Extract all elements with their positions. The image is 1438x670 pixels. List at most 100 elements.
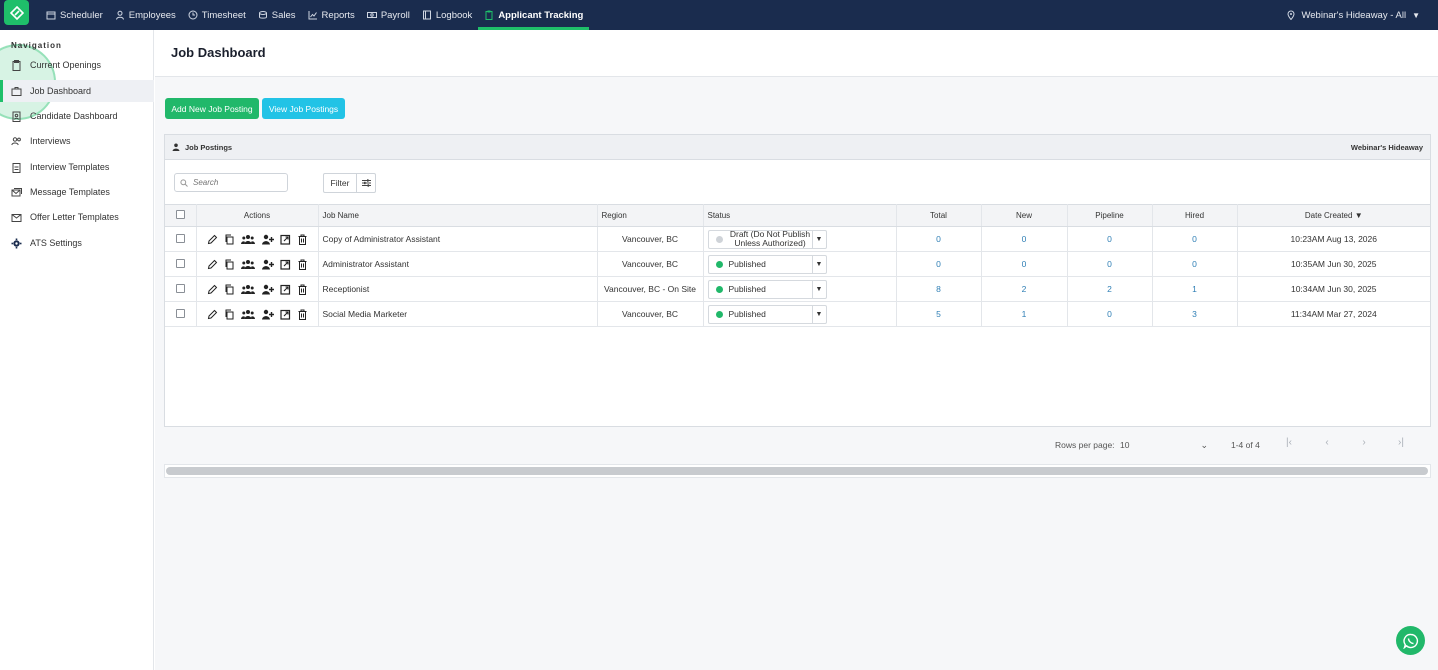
total-cell[interactable]: 0: [896, 251, 982, 277]
sidebar-item-interview-templates[interactable]: Interview Templates: [0, 156, 154, 178]
sidebar-item-candidate-dashboard[interactable]: Candidate Dashboard: [0, 105, 154, 127]
horizontal-scrollbar[interactable]: [166, 467, 1428, 475]
new-cell[interactable]: 0: [981, 226, 1068, 252]
edit-pencil-icon[interactable]: [207, 234, 218, 245]
view-job-postings-button[interactable]: View Job Postings: [262, 98, 345, 119]
first-page-icon[interactable]: |‹: [1283, 437, 1295, 449]
col-status[interactable]: Status: [703, 204, 897, 227]
status-select[interactable]: Draft (Do Not Publish Unless Authorized)…: [707, 229, 827, 249]
next-page-icon[interactable]: ›: [1358, 437, 1370, 449]
hired-cell[interactable]: 0: [1152, 251, 1238, 277]
col-region[interactable]: Region: [597, 204, 704, 227]
add-candidate-icon[interactable]: [261, 234, 274, 245]
total-cell[interactable]: 8: [896, 276, 982, 302]
total-cell[interactable]: 5: [896, 301, 982, 327]
nav-employees[interactable]: Employees: [109, 0, 182, 30]
external-link-icon[interactable]: [279, 309, 291, 320]
add-candidate-icon[interactable]: [261, 284, 274, 295]
trash-icon[interactable]: [297, 309, 308, 320]
trash-icon[interactable]: [297, 234, 308, 245]
copy-icon[interactable]: [224, 234, 235, 245]
hired-cell[interactable]: 3: [1152, 301, 1238, 327]
copy-icon[interactable]: [224, 309, 235, 320]
trash-icon[interactable]: [297, 284, 308, 295]
row-checkbox[interactable]: [175, 258, 185, 268]
sidebar-item-offer-letter-templates[interactable]: Offer Letter Templates: [0, 206, 154, 228]
select-all-checkbox[interactable]: [175, 210, 185, 219]
new-cell[interactable]: 2: [981, 276, 1068, 302]
copy-icon[interactable]: [224, 284, 235, 295]
search-input[interactable]: [193, 178, 283, 187]
last-page-icon[interactable]: ›|: [1395, 437, 1407, 449]
status-cell: Published ▼: [703, 301, 897, 327]
nav-logbook[interactable]: Logbook: [416, 0, 478, 30]
col-job-name[interactable]: Job Name: [318, 204, 598, 227]
row-checkbox[interactable]: [175, 283, 185, 293]
row-checkbox[interactable]: [175, 233, 185, 243]
col-pipeline[interactable]: Pipeline: [1067, 204, 1153, 227]
nav-payroll[interactable]: Payroll: [361, 0, 416, 30]
status-value: Published: [728, 308, 766, 319]
filter-button[interactable]: Filter: [324, 174, 357, 192]
candidates-icon[interactable]: [240, 234, 255, 245]
total-cell[interactable]: 0: [896, 226, 982, 252]
pipeline-cell[interactable]: 0: [1067, 226, 1153, 252]
new-cell[interactable]: 1: [981, 301, 1068, 327]
job-name-cell[interactable]: Social Media Marketer: [318, 301, 598, 327]
filter-settings-button[interactable]: [357, 174, 375, 192]
candidates-icon[interactable]: [240, 284, 255, 295]
external-link-icon[interactable]: [279, 284, 291, 295]
sidebar-item-message-templates[interactable]: Message Templates: [0, 181, 154, 203]
status-select[interactable]: Published ▼: [707, 279, 827, 299]
copy-icon[interactable]: [224, 259, 235, 270]
status-select[interactable]: Published ▼: [707, 254, 827, 274]
filter-control[interactable]: Filter: [323, 173, 376, 193]
sidebar-heading: Navigation: [11, 41, 62, 50]
location-selector[interactable]: Webinar's Hideaway - All ▼: [1286, 0, 1420, 30]
hired-cell[interactable]: 0: [1152, 226, 1238, 252]
sidebar-item-job-dashboard[interactable]: Job Dashboard: [0, 80, 154, 102]
col-hired[interactable]: Hired: [1152, 204, 1238, 227]
nav-sales[interactable]: Sales: [252, 0, 302, 30]
external-link-icon[interactable]: [279, 234, 291, 245]
trash-icon[interactable]: [297, 259, 308, 270]
nav-reports[interactable]: Reports: [302, 0, 361, 30]
nav-applicant-tracking[interactable]: Applicant Tracking: [478, 0, 590, 30]
job-name-cell[interactable]: Receptionist: [318, 276, 598, 302]
add-candidate-icon[interactable]: [261, 309, 274, 320]
search-box[interactable]: [174, 173, 288, 192]
col-date-created[interactable]: Date Created ▼: [1237, 204, 1430, 227]
caret-down-icon: ▼: [811, 255, 826, 273]
prev-page-icon[interactable]: ‹: [1321, 437, 1333, 449]
app-logo-icon[interactable]: [4, 0, 29, 25]
new-cell[interactable]: 0: [981, 251, 1068, 277]
rows-per-page-select[interactable]: 10 ⌄: [1120, 436, 1208, 454]
hired-cell[interactable]: 1: [1152, 276, 1238, 302]
chart-line-icon: [308, 11, 317, 20]
add-candidate-icon[interactable]: [261, 259, 274, 270]
edit-pencil-icon[interactable]: [207, 284, 218, 295]
job-name-cell[interactable]: Copy of Administrator Assistant: [318, 226, 598, 252]
external-link-icon[interactable]: [279, 259, 291, 270]
pipeline-cell[interactable]: 0: [1067, 251, 1153, 277]
status-select[interactable]: Published ▼: [707, 304, 827, 324]
candidates-icon[interactable]: [240, 309, 255, 320]
status-dot: [715, 310, 723, 318]
candidates-icon[interactable]: [240, 259, 255, 270]
sidebar-item-current-openings[interactable]: Current Openings: [0, 54, 154, 76]
col-total[interactable]: Total: [896, 204, 982, 227]
chat-support-button[interactable]: [1396, 626, 1425, 655]
nav-scheduler[interactable]: Scheduler: [40, 0, 109, 30]
row-checkbox[interactable]: [175, 308, 185, 318]
job-name-cell[interactable]: Administrator Assistant: [318, 251, 598, 277]
row-actions: [196, 226, 319, 252]
col-new[interactable]: New: [981, 204, 1068, 227]
edit-pencil-icon[interactable]: [207, 259, 218, 270]
add-job-posting-button[interactable]: Add New Job Posting: [165, 98, 259, 119]
pipeline-cell[interactable]: 0: [1067, 301, 1153, 327]
nav-timesheet[interactable]: Timesheet: [182, 0, 252, 30]
pipeline-cell[interactable]: 2: [1067, 276, 1153, 302]
sidebar-item-ats-settings[interactable]: ATS Settings: [0, 232, 154, 254]
sidebar-item-interviews[interactable]: Interviews: [0, 130, 154, 152]
edit-pencil-icon[interactable]: [207, 309, 218, 320]
